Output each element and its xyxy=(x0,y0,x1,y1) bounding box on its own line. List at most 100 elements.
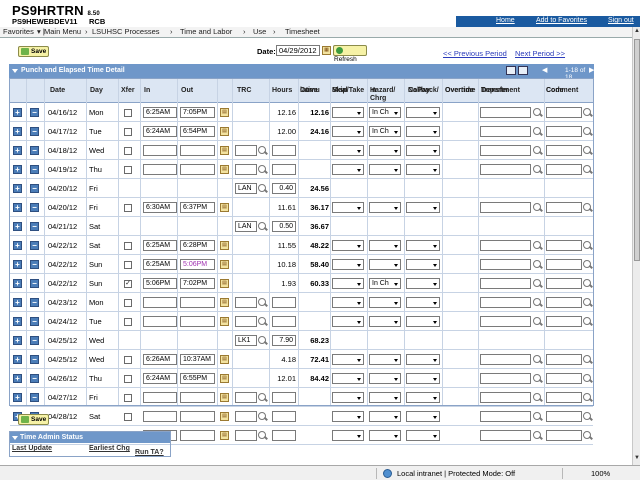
department-transfer-field[interactable] xyxy=(480,144,531,156)
add-row-icon[interactable]: + xyxy=(13,108,22,117)
skip-meal-select[interactable] xyxy=(332,125,364,137)
department-transfer-field[interactable] xyxy=(480,163,531,175)
callback-select[interactable] xyxy=(406,107,440,118)
search-icon[interactable] xyxy=(533,108,541,116)
xfer-checkbox[interactable] xyxy=(124,412,132,421)
punch-detail-icon[interactable]: ▤ xyxy=(220,145,229,155)
calendar-icon[interactable]: ▦ xyxy=(322,46,331,55)
search-icon[interactable] xyxy=(583,430,591,439)
punch-detail-icon[interactable]: ▤ xyxy=(220,411,229,421)
add-row-icon[interactable]: + xyxy=(13,183,22,193)
in-time-field[interactable] xyxy=(143,315,177,327)
xfer-checkbox[interactable] xyxy=(124,260,132,269)
skip-meal-select[interactable] xyxy=(332,201,364,213)
punch-detail-icon[interactable]: ▤ xyxy=(220,126,229,136)
search-icon[interactable] xyxy=(258,316,266,325)
vertical-scrollbar[interactable]: ▲ ▼ xyxy=(632,27,640,465)
department-transfer-field[interactable] xyxy=(480,353,531,365)
skip-meal-select[interactable] xyxy=(332,258,364,270)
trc-field[interactable] xyxy=(235,391,257,403)
breadcrumb-time-labor[interactable]: Time and Labor xyxy=(180,27,232,36)
punch-detail-icon[interactable]: ▤ xyxy=(220,316,229,326)
callback-select[interactable] xyxy=(406,277,440,289)
delete-row-icon[interactable]: − xyxy=(30,259,39,269)
comment-code-field[interactable] xyxy=(546,201,582,213)
add-row-icon[interactable]: + xyxy=(13,164,22,174)
xfer-checkbox[interactable] xyxy=(124,393,132,402)
comment-code-field[interactable] xyxy=(546,125,582,137)
in-time-field[interactable]: 6:26AM xyxy=(143,353,177,365)
out-time-field[interactable] xyxy=(180,391,215,403)
search-icon[interactable] xyxy=(583,240,591,249)
add-row-icon[interactable]: + xyxy=(13,240,22,250)
trc-field[interactable] xyxy=(235,144,257,156)
in-time-field[interactable] xyxy=(143,163,177,175)
scroll-up-icon[interactable]: ▲ xyxy=(633,28,640,36)
xfer-checkbox[interactable] xyxy=(124,298,132,307)
search-icon[interactable] xyxy=(583,259,591,268)
punch-detail-icon[interactable]: ▤ xyxy=(220,164,229,174)
breadcrumb-main-menu[interactable]: Main Menu xyxy=(44,27,81,36)
collapse-icon[interactable] xyxy=(12,69,18,73)
skip-meal-select[interactable] xyxy=(332,239,364,251)
hazard-select[interactable] xyxy=(369,410,401,422)
collapse-icon[interactable] xyxy=(12,436,18,440)
callback-select[interactable] xyxy=(406,239,440,251)
add-row-icon[interactable]: + xyxy=(13,202,22,212)
comment-code-field[interactable] xyxy=(546,315,582,327)
elapsed-hours-field[interactable] xyxy=(272,144,296,156)
search-icon[interactable] xyxy=(533,297,541,306)
department-transfer-field[interactable] xyxy=(480,258,531,270)
elapsed-hours-field[interactable] xyxy=(272,163,296,175)
add-row-icon[interactable]: + xyxy=(13,297,22,307)
comment-code-field[interactable] xyxy=(546,391,582,403)
save-button[interactable]: Save xyxy=(18,46,49,57)
search-icon[interactable] xyxy=(583,202,591,211)
first-page-icon[interactable]: ◀ xyxy=(542,66,547,74)
skip-meal-select[interactable] xyxy=(332,353,364,365)
callback-select[interactable] xyxy=(406,163,440,175)
out-time-field[interactable] xyxy=(180,429,215,441)
elapsed-hours-field[interactable] xyxy=(272,391,296,403)
trc-field[interactable] xyxy=(235,296,257,308)
next-period-link[interactable]: Next Period >> xyxy=(515,49,565,58)
comment-code-field[interactable] xyxy=(546,144,582,156)
elapsed-hours-field[interactable] xyxy=(272,429,296,441)
hazard-select[interactable] xyxy=(369,315,401,327)
delete-row-icon[interactable]: − xyxy=(30,108,39,117)
xfer-checkbox[interactable] xyxy=(124,317,132,326)
search-icon[interactable] xyxy=(583,145,591,154)
search-icon[interactable] xyxy=(533,164,541,173)
xfer-checkbox[interactable] xyxy=(124,109,132,117)
col-run-ta[interactable]: Run TA? xyxy=(135,449,164,456)
callback-select[interactable] xyxy=(406,410,440,422)
delete-row-icon[interactable]: − xyxy=(30,392,39,402)
search-icon[interactable] xyxy=(583,278,591,287)
search-icon[interactable] xyxy=(258,411,266,420)
elapsed-hours-field[interactable] xyxy=(272,296,296,308)
in-time-field[interactable]: 6:24AM xyxy=(143,125,177,137)
trc-field[interactable] xyxy=(235,429,257,441)
add-row-icon[interactable]: + xyxy=(13,145,22,155)
delete-row-icon[interactable]: − xyxy=(30,164,39,174)
skip-meal-select[interactable] xyxy=(332,144,364,156)
in-time-field[interactable]: 5:06PM xyxy=(143,277,177,289)
delete-row-icon[interactable]: − xyxy=(30,183,39,193)
search-icon[interactable] xyxy=(258,221,266,230)
skip-meal-select[interactable] xyxy=(332,163,364,175)
search-icon[interactable] xyxy=(533,354,541,363)
out-time-field[interactable]: 10:37AM xyxy=(180,353,215,365)
search-icon[interactable] xyxy=(258,145,266,154)
scroll-thumb[interactable] xyxy=(634,39,640,261)
skip-meal-select[interactable] xyxy=(332,296,364,308)
department-transfer-field[interactable] xyxy=(480,107,531,118)
skip-meal-select[interactable] xyxy=(332,410,364,422)
hazard-select[interactable] xyxy=(369,258,401,270)
comment-code-field[interactable] xyxy=(546,277,582,289)
callback-select[interactable] xyxy=(406,391,440,403)
department-transfer-field[interactable] xyxy=(480,429,531,441)
callback-select[interactable] xyxy=(406,372,440,384)
trc-field[interactable]: LAN xyxy=(235,182,257,194)
department-transfer-field[interactable] xyxy=(480,315,531,327)
skip-meal-select[interactable] xyxy=(332,429,364,441)
